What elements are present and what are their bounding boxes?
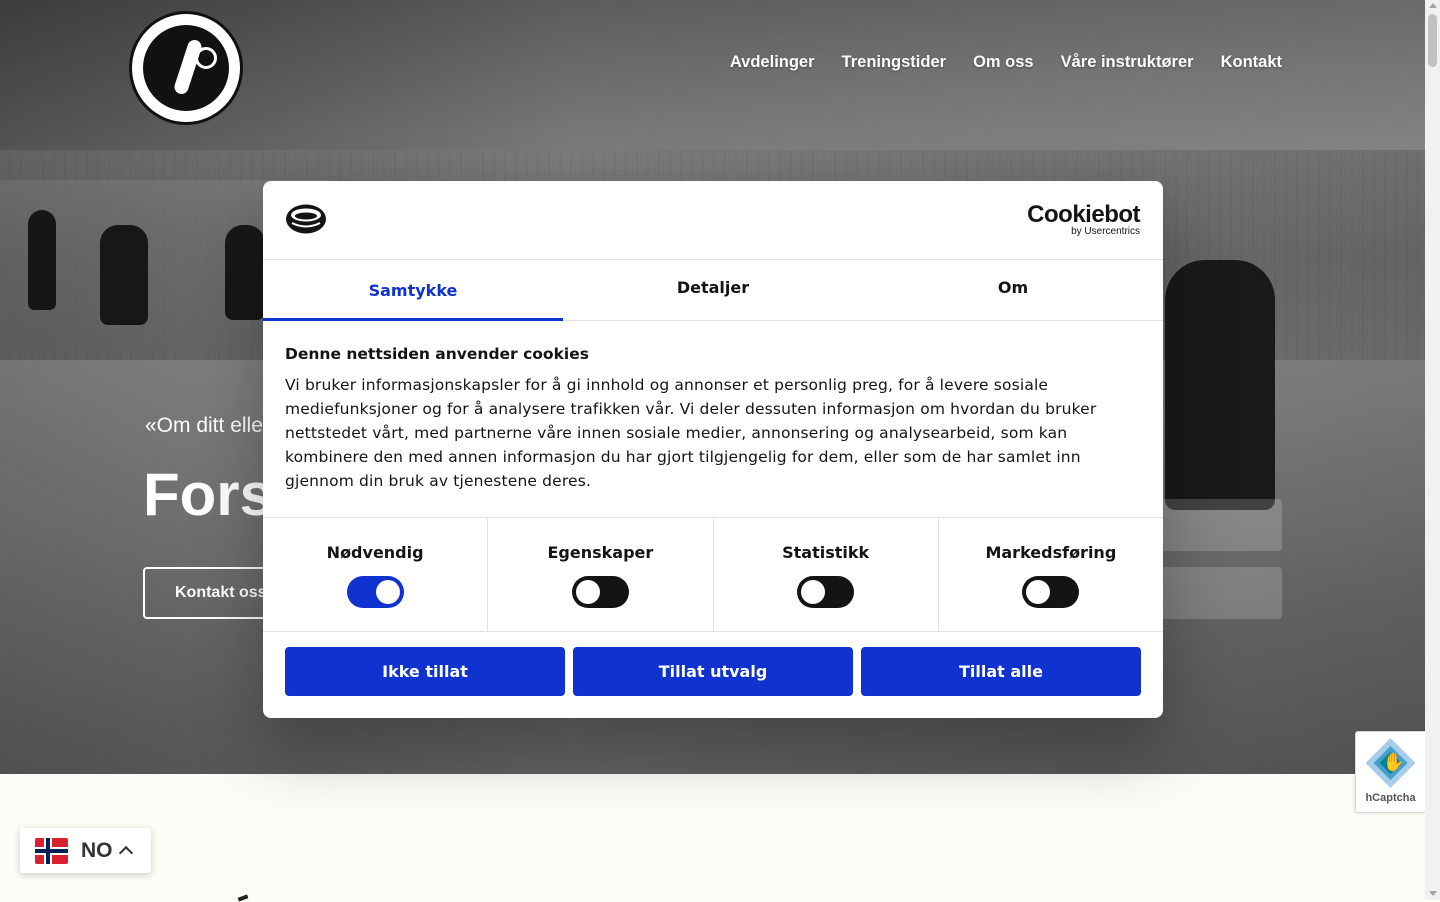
consent-categories: Nødvendig Egenskaper Statistikk Markedsf… <box>263 518 1163 632</box>
cookie-icon <box>286 204 326 234</box>
category-label: Markedsføring <box>985 543 1117 562</box>
category-egenskaper: Egenskaper <box>488 518 714 631</box>
tab-detaljer[interactable]: Detaljer <box>563 260 863 320</box>
toggle-knob <box>1026 580 1051 604</box>
cookie-consent-dialog: Cookiebot by Usercentrics Samtykke Detal… <box>263 181 1163 718</box>
dialog-tabs: Samtykke Detaljer Om <box>263 260 1163 321</box>
dialog-actions: Ikke tillat Tillat utvalg Tillat alle <box>263 632 1163 696</box>
section-heading-fragment <box>237 894 249 902</box>
nav-kontakt[interactable]: Kontakt <box>1221 53 1282 72</box>
hero-headline: Forsvar <box>143 461 263 528</box>
hero-card <box>1150 499 1282 551</box>
category-nodvendig: Nødvendig <box>263 518 489 631</box>
category-label: Statistikk <box>782 543 870 562</box>
toggle-knob <box>575 580 600 604</box>
tab-om[interactable]: Om <box>863 260 1163 320</box>
nav-treningstider[interactable]: Treningstider <box>842 53 947 72</box>
toggle-knob <box>375 580 400 604</box>
hero-card <box>1150 567 1282 619</box>
club-logo-emblem <box>143 25 229 111</box>
tab-samtykke[interactable]: Samtykke <box>263 260 563 321</box>
dialog-body: Denne nettsiden anvender cookies Vi bruk… <box>263 321 1163 518</box>
deny-button[interactable]: Ikke tillat <box>285 647 565 696</box>
egenskaper-toggle[interactable] <box>571 576 629 608</box>
scrollbar-thumb[interactable] <box>1428 14 1437 67</box>
cookiebot-logo[interactable]: Cookiebot by Usercentrics <box>1027 201 1140 238</box>
category-markedsforing: Markedsføring <box>939 518 1163 631</box>
norway-flag-icon <box>35 837 68 864</box>
nav-om-oss[interactable]: Om oss <box>973 53 1034 72</box>
toggle-knob <box>801 580 826 604</box>
scroll-up-icon[interactable] <box>1429 3 1437 8</box>
statistikk-toggle[interactable] <box>797 576 855 608</box>
cookiebot-brand: Cookiebot <box>1027 201 1140 228</box>
dialog-heading: Denne nettsiden anvender cookies <box>285 345 589 363</box>
nav-avdelinger[interactable]: Avdelinger <box>730 53 815 72</box>
hero-quote: «Om ditt eller <box>145 414 263 437</box>
dialog-header: Cookiebot by Usercentrics <box>263 181 1163 260</box>
dialog-text: Vi bruker informasjonskapsler for å gi i… <box>285 376 1097 490</box>
club-logo[interactable] <box>129 11 243 125</box>
scroll-down-icon[interactable] <box>1429 891 1437 896</box>
contact-button-label: Kontakt oss <box>175 584 267 601</box>
category-statistikk: Statistikk <box>714 518 939 631</box>
hcaptcha-logo-icon: ✋ <box>1365 738 1416 788</box>
markedsforing-toggle[interactable] <box>1022 576 1080 608</box>
category-label: Nødvendig <box>326 543 424 562</box>
language-switcher[interactable]: NO <box>20 828 151 873</box>
hcaptcha-badge[interactable]: ✋ hCaptcha <box>1355 731 1425 813</box>
page-scrollbar[interactable] <box>1425 0 1440 900</box>
hcaptcha-label: hCaptcha <box>1365 792 1416 804</box>
chevron-up-icon <box>118 845 133 861</box>
nodvendig-toggle[interactable] <box>346 576 404 608</box>
allow-selection-button[interactable]: Tillat utvalg <box>573 647 853 696</box>
nav-instruktorer[interactable]: Våre instruktører <box>1061 53 1194 72</box>
main-nav: Avdelinger Treningstider Om oss Våre ins… <box>730 53 1282 72</box>
allow-all-button[interactable]: Tillat alle <box>861 647 1141 696</box>
category-label: Egenskaper <box>547 543 654 562</box>
language-code: NO <box>81 838 113 862</box>
